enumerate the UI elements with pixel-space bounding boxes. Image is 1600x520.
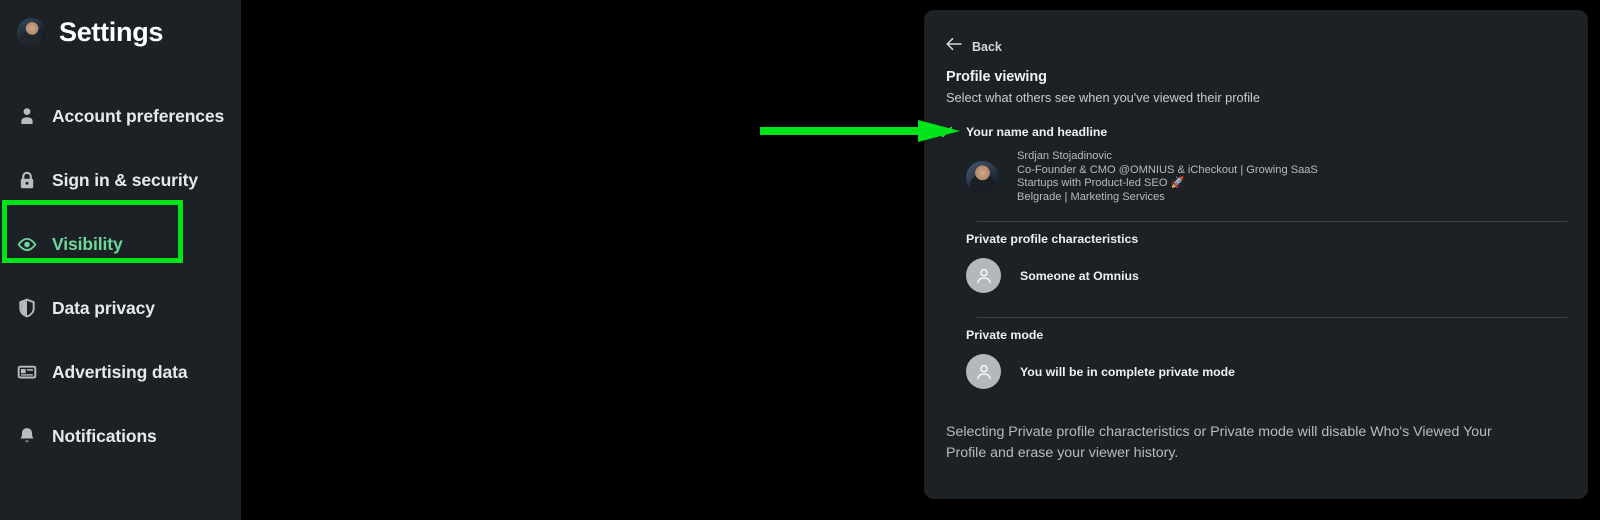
sidebar-item-sign-in-security[interactable]: Sign in & security (0, 148, 241, 212)
lock-icon (17, 170, 37, 190)
settings-screen: Settings Account preferences Sign in & s… (0, 0, 1600, 520)
option-preview-text: Someone at Omnius (1020, 268, 1139, 283)
sidebar-item-visibility[interactable]: Visibility (0, 212, 241, 276)
profile-viewing-panel: Back Profile viewing Select what others … (924, 10, 1588, 499)
option-header: Private mode (924, 328, 1588, 342)
arrow-left-icon (946, 37, 962, 56)
panel-subtitle: Select what others see when you've viewe… (946, 90, 1261, 105)
option-your-name-and-headline[interactable]: Your name and headline Srdjan Stojadinov… (924, 124, 1588, 204)
sidebar-item-label: Sign in & security (52, 169, 199, 190)
user-photo-avatar (17, 18, 46, 47)
user-photo-avatar (966, 160, 999, 194)
check-icon (937, 124, 953, 140)
sidebar-item-label: Visibility (52, 233, 123, 254)
option-label: Private mode (966, 328, 1044, 342)
sidebar-item-account-preferences[interactable]: Account preferences (0, 84, 241, 148)
sidebar-item-label: Advertising data (52, 361, 188, 382)
eye-icon (17, 234, 37, 254)
sidebar-item-advertising-data[interactable]: Advertising data (0, 340, 241, 404)
back-button[interactable]: Back (946, 37, 1002, 56)
profile-location: Belgrade | Marketing Services (1017, 190, 1165, 203)
sidebar-item-label: Data privacy (52, 297, 155, 318)
person-icon (17, 106, 37, 126)
shield-icon (17, 298, 37, 318)
bell-icon (17, 426, 37, 446)
profile-headline: Co-Founder & CMO @OMNIUS & iCheckout | G… (1017, 163, 1318, 190)
back-label: Back (972, 39, 1002, 54)
option-header: Your name and headline (924, 124, 1588, 140)
settings-sidebar: Settings Account preferences Sign in & s… (0, 0, 241, 520)
sidebar-item-label: Account preferences (52, 105, 225, 126)
option-private-profile-characteristics[interactable]: Private profile characteristics Someone … (924, 232, 1588, 293)
option-label: Your name and headline (966, 125, 1108, 139)
sidebar-item-data-privacy[interactable]: Data privacy (0, 276, 241, 340)
profile-preview-text: Srdjan Stojadinovic Co-Founder & CMO @OM… (1017, 150, 1357, 204)
sidebar-nav: Account preferences Sign in & security V… (0, 84, 241, 468)
page-title: Settings (59, 17, 164, 47)
option-header: Private profile characteristics (924, 232, 1588, 246)
sidebar-item-notifications[interactable]: Notifications (0, 404, 241, 468)
option-preview-row: Someone at Omnius (966, 258, 1588, 293)
divider (977, 221, 1567, 222)
ad-card-icon (17, 362, 37, 382)
divider (977, 317, 1567, 318)
sidebar-item-label: Notifications (52, 425, 157, 446)
option-preview-text: You will be in complete private mode (1020, 364, 1236, 379)
profile-name: Srdjan Stojadinovic (1017, 150, 1112, 162)
panel-title: Profile viewing (946, 69, 1047, 85)
profile-preview-row: Srdjan Stojadinovic Co-Founder & CMO @OM… (966, 150, 1588, 204)
generic-person-avatar (966, 258, 1001, 293)
option-private-mode[interactable]: Private mode You will be in complete pri… (924, 328, 1588, 389)
option-preview-row: You will be in complete private mode (966, 354, 1588, 389)
option-label: Private profile characteristics (966, 232, 1139, 246)
sidebar-brand: Settings (17, 18, 163, 47)
footer-note: Selecting Private profile characteristic… (946, 424, 1492, 461)
generic-person-avatar (966, 354, 1001, 389)
